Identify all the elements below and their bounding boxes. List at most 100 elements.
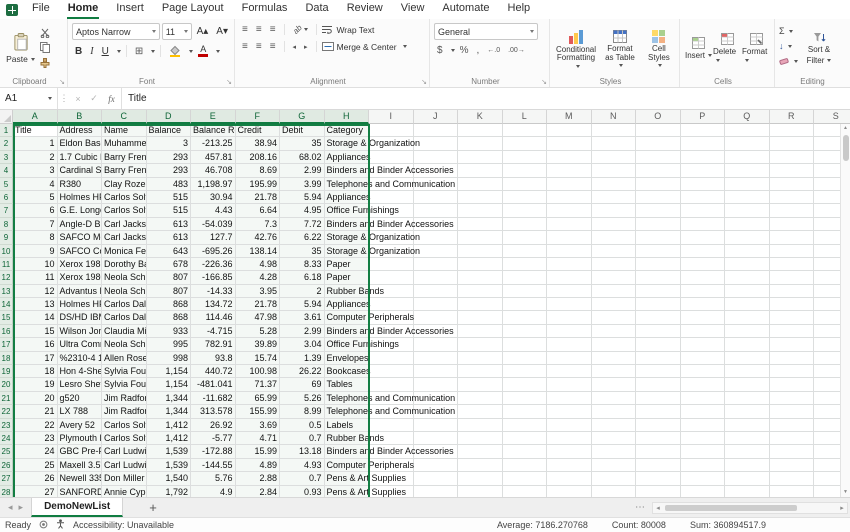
cell-H15[interactable]: Computer Peripherals [324, 311, 414, 325]
cell-E14[interactable]: 134.72 [191, 298, 236, 312]
cell-R11[interactable] [769, 257, 814, 272]
cell-P26[interactable] [680, 458, 725, 473]
insert-function-icon[interactable]: fx [102, 88, 122, 109]
cell-O21[interactable] [636, 391, 681, 406]
menu-tab-review[interactable]: Review [338, 0, 392, 19]
cell-C10[interactable]: Monica Fe [102, 244, 147, 258]
cell-H19[interactable]: Bookcases [324, 365, 371, 379]
cell-K11[interactable] [458, 257, 503, 272]
cell-P17[interactable] [680, 338, 725, 352]
cell-P3[interactable] [680, 150, 725, 165]
cell-L5[interactable] [502, 177, 547, 191]
menu-tab-help[interactable]: Help [499, 0, 540, 19]
row-header-25[interactable]: 25 [0, 445, 13, 459]
cell-E26[interactable]: -144.55 [191, 458, 236, 473]
cell-E8[interactable]: -54.039 [191, 217, 236, 232]
cell-K16[interactable] [458, 324, 503, 339]
cell-O23[interactable] [636, 418, 681, 432]
cell-M27[interactable] [547, 472, 592, 486]
cell-L11[interactable] [502, 257, 547, 272]
row-header-23[interactable]: 23 [0, 418, 13, 432]
cell-G9[interactable]: 6.22 [280, 231, 325, 245]
column-header-M[interactable]: M [547, 110, 592, 124]
sheet-tab-demonewlist[interactable]: DemoNewList [31, 498, 124, 517]
cell-H22[interactable]: Telephones and Communication [324, 405, 455, 419]
align-right-icon[interactable]: ≡ [267, 40, 279, 53]
cell-K17[interactable] [458, 338, 503, 352]
cell-R21[interactable] [769, 391, 814, 406]
cell-N4[interactable] [591, 164, 636, 178]
cell-H10[interactable]: Storage & Organization [324, 244, 420, 258]
name-box-resize-handle[interactable]: ⋮ [58, 88, 70, 109]
cell-G12[interactable]: 6.18 [280, 271, 325, 285]
cell-L3[interactable] [502, 150, 547, 165]
cell-F6[interactable]: 21.78 [235, 190, 280, 205]
decrease-indent-icon[interactable]: ◂ [290, 42, 300, 52]
cell-O13[interactable] [636, 284, 681, 299]
cell-B18[interactable]: %2310-4 1 [57, 351, 102, 366]
cell-O24[interactable] [636, 431, 681, 446]
accessibility-status[interactable]: Accessibility: Unavailable [73, 520, 174, 530]
cell-B27[interactable]: Newell 335 [57, 472, 102, 486]
column-header-G[interactable]: G [280, 110, 325, 124]
percent-style-icon[interactable]: % [457, 44, 472, 57]
cell-Q24[interactable] [725, 431, 770, 446]
row-header-27[interactable]: 27 [0, 472, 13, 486]
cell-J10[interactable] [413, 244, 458, 258]
cell-H11[interactable]: Paper [324, 257, 369, 272]
number-format-select[interactable]: General [434, 23, 538, 40]
cell-Q4[interactable] [725, 164, 770, 178]
cell-P7[interactable] [680, 204, 725, 218]
cell-Q15[interactable] [725, 311, 770, 325]
row-header-21[interactable]: 21 [0, 391, 13, 406]
cell-B5[interactable]: R380 [57, 177, 102, 191]
cell-Q11[interactable] [725, 257, 770, 272]
cell-O1[interactable] [636, 124, 681, 138]
row-header-20[interactable]: 20 [0, 378, 13, 392]
cell-H9[interactable]: Storage & Organization [324, 231, 420, 245]
cell-F15[interactable]: 47.98 [235, 311, 280, 325]
cell-M1[interactable] [547, 124, 592, 138]
cell-N23[interactable] [591, 418, 636, 432]
delete-cells-button[interactable]: Delete [713, 32, 742, 65]
scroll-down-icon[interactable]: ▼ [841, 488, 850, 497]
cell-G1[interactable]: Debit [280, 124, 325, 138]
cell-C8[interactable]: Carl Jackso [102, 217, 147, 232]
wrap-text-button[interactable]: Wrap Text [322, 25, 374, 35]
cell-H6[interactable]: Appliances [324, 190, 371, 205]
cell-L12[interactable] [502, 271, 547, 285]
paste-button[interactable]: Paste [4, 23, 37, 74]
cell-N15[interactable] [591, 311, 636, 325]
cell-O2[interactable] [636, 137, 681, 151]
cell-C18[interactable]: Allen Rose [102, 351, 147, 366]
cell-K1[interactable] [458, 124, 503, 138]
column-header-F[interactable]: F [235, 110, 280, 124]
cell-F28[interactable]: 2.84 [235, 485, 280, 497]
cell-J3[interactable] [413, 150, 458, 165]
cell-N6[interactable] [591, 190, 636, 205]
cell-R20[interactable] [769, 378, 814, 392]
menu-tab-page-layout[interactable]: Page Layout [153, 0, 233, 19]
cell-A7[interactable]: 6 [13, 204, 58, 218]
cell-R19[interactable] [769, 365, 814, 379]
cell-M8[interactable] [547, 217, 592, 232]
cell-F1[interactable]: Credit [235, 124, 280, 138]
formula-input[interactable]: Title [122, 88, 850, 109]
cell-R1[interactable] [769, 124, 814, 138]
cell-O3[interactable] [636, 150, 681, 165]
cell-B16[interactable]: Wilson Jon [57, 324, 102, 339]
column-header-E[interactable]: E [191, 110, 236, 124]
cell-P18[interactable] [680, 351, 725, 366]
cell-D17[interactable]: 995 [146, 338, 191, 352]
bold-button[interactable]: B [72, 45, 85, 58]
cell-G24[interactable]: 0.7 [280, 431, 325, 446]
cell-E12[interactable]: -166.85 [191, 271, 236, 285]
cell-J9[interactable] [413, 231, 458, 245]
cell-P24[interactable] [680, 431, 725, 446]
cell-F11[interactable]: 4.98 [235, 257, 280, 272]
cell-R27[interactable] [769, 472, 814, 486]
cell-C12[interactable]: Neola Schn [102, 271, 147, 285]
cell-M9[interactable] [547, 231, 592, 245]
cell-J13[interactable] [413, 284, 458, 299]
cell-A23[interactable]: 22 [13, 418, 58, 432]
